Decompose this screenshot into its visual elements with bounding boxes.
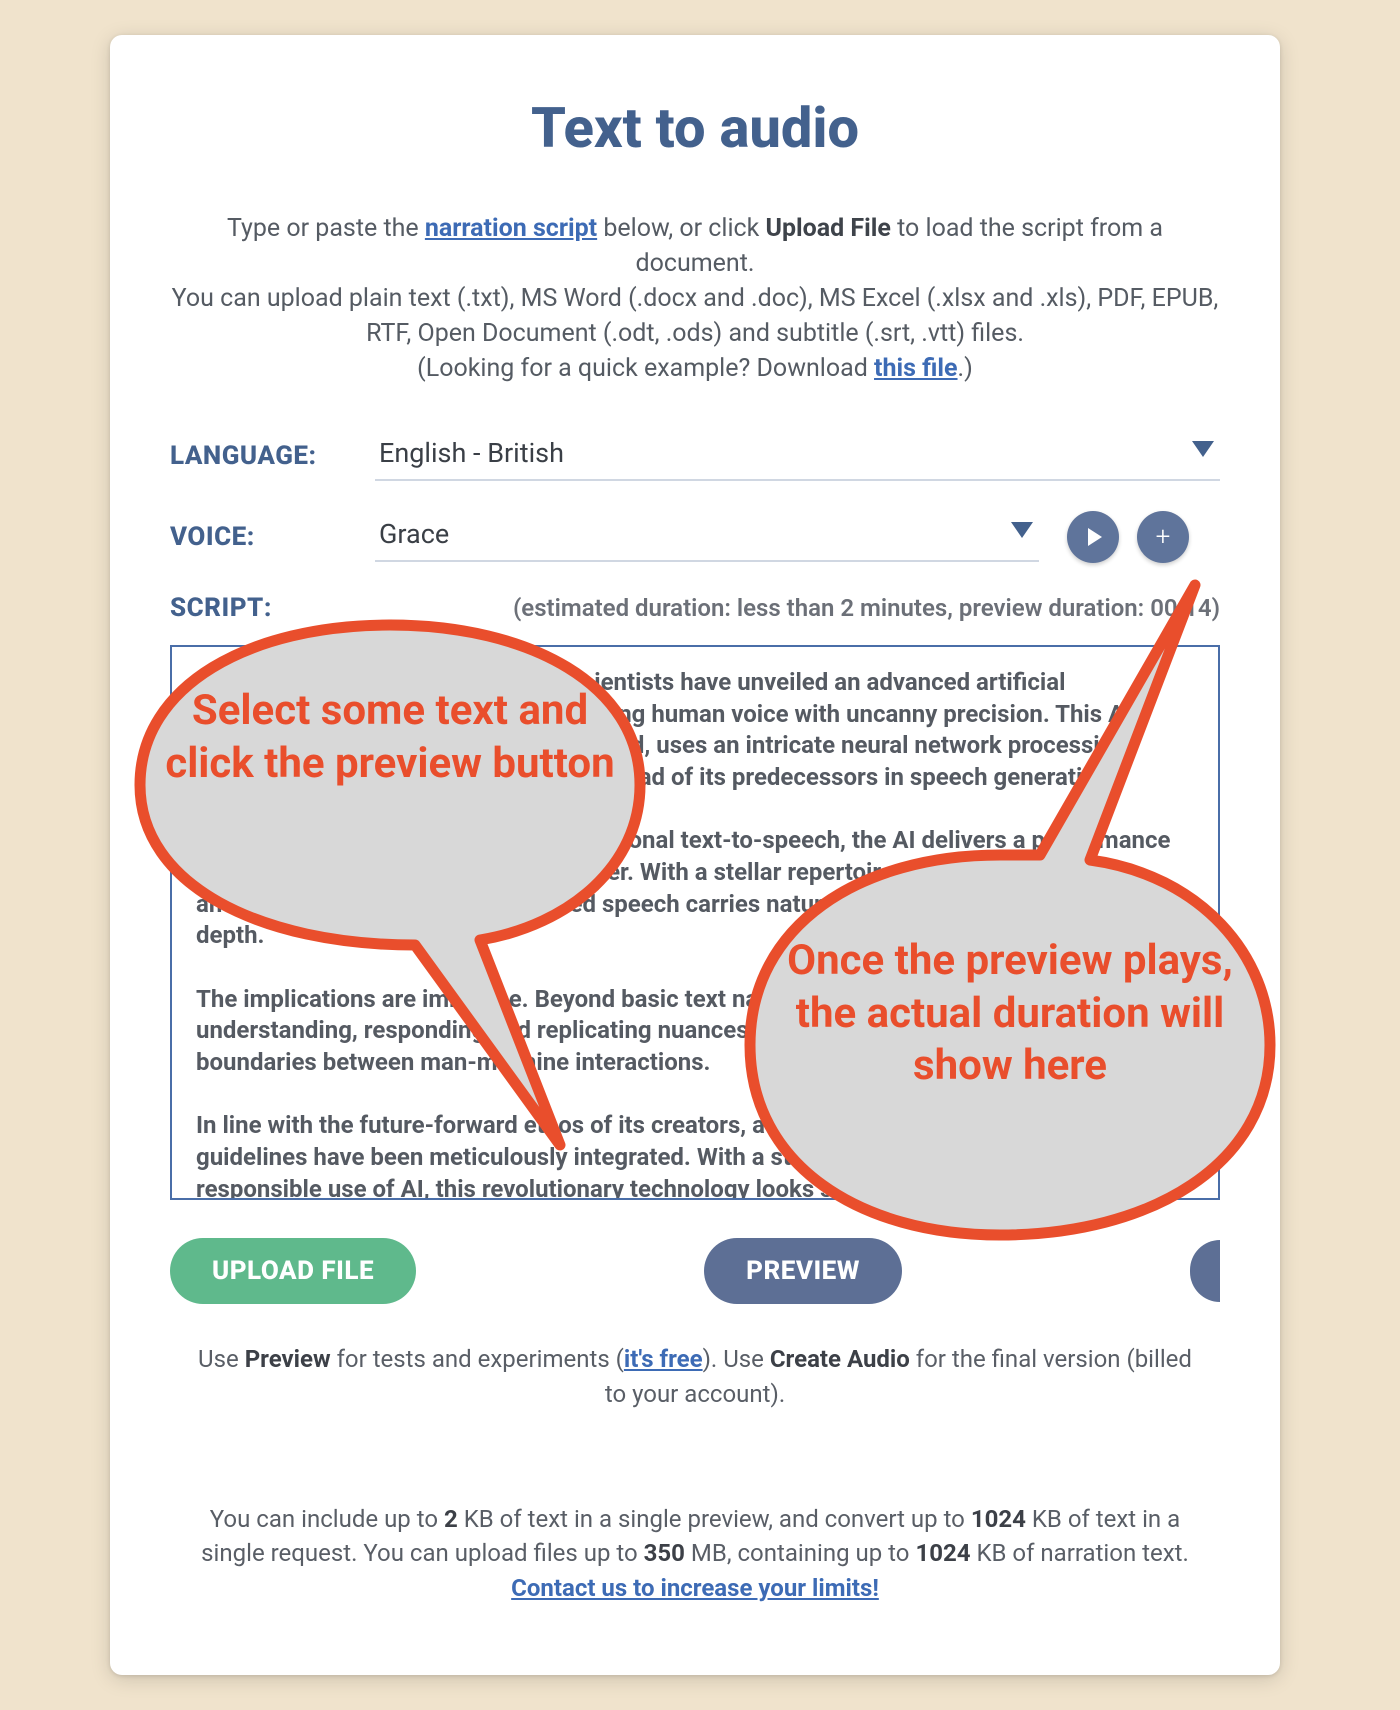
voice-select[interactable]: Grace (375, 512, 1039, 562)
hint-a: Use (198, 1345, 245, 1373)
voice-label: VOICE: (170, 522, 375, 552)
hint-create-audio-bold: Create Audio (770, 1345, 910, 1373)
add-voice-button[interactable]: + (1137, 511, 1189, 563)
voice-row: VOICE: Grace + (170, 511, 1220, 563)
preview-button[interactable]: PREVIEW (704, 1238, 902, 1304)
limits-v2: 1024 (971, 1505, 1026, 1533)
page-title: Text to audio (170, 95, 1220, 161)
limits-v1: 2 (444, 1505, 458, 1533)
script-textarea[interactable]: In a groundbreaking development, scienti… (170, 645, 1220, 1200)
intro-line3b: .) (958, 354, 973, 383)
plus-icon: + (1156, 524, 1171, 550)
create-audio-button-edge[interactable] (1190, 1240, 1220, 1302)
usage-hint: Use Preview for tests and experiments (i… (185, 1342, 1205, 1412)
card: Text to audio Type or paste the narratio… (110, 35, 1280, 1675)
play-icon (1088, 528, 1102, 546)
language-row: LANGUAGE: English - British (170, 431, 1220, 481)
language-select[interactable]: English - British (375, 431, 1220, 481)
script-label: SCRIPT: (170, 593, 375, 623)
increase-limits-link[interactable]: Contact us to increase your limits! (511, 1574, 879, 1602)
limits-t4: MB, containing up to (685, 1539, 915, 1567)
intro-line1b: below, or click (597, 214, 765, 243)
example-file-link[interactable]: this file (874, 354, 958, 383)
hint-preview-bold: Preview (245, 1345, 331, 1373)
hint-b: for tests and experiments ( (331, 1345, 624, 1373)
intro-upload-file-bold: Upload File (766, 214, 891, 243)
limits-t2: KB of text in a single preview, and conv… (458, 1505, 971, 1533)
chevron-down-icon (1011, 522, 1033, 538)
intro-line1a: Type or paste the (227, 214, 425, 243)
limits-t5: KB of narration text. (971, 1539, 1189, 1567)
narration-script-link[interactable]: narration script (425, 214, 597, 243)
language-value: English - British (379, 437, 564, 469)
intro-text: Type or paste the narration script below… (170, 211, 1220, 386)
intro-line3a: (Looking for a quick example? Download (417, 354, 874, 383)
duration-note: (estimated duration: less than 2 minutes… (513, 594, 1220, 622)
intro-line2: You can upload plain text (.txt), MS Wor… (172, 284, 1219, 348)
button-row: UPLOAD FILE PREVIEW (170, 1238, 1220, 1304)
language-label: LANGUAGE: (170, 441, 375, 471)
limits-text: You can include up to 2 KB of text in a … (185, 1502, 1205, 1606)
limits-v3: 350 (644, 1539, 685, 1567)
limits-t1: You can include up to (210, 1505, 444, 1533)
its-free-link[interactable]: it's free (624, 1345, 703, 1373)
limits-v4: 1024 (915, 1539, 970, 1567)
hint-c: ). Use (703, 1345, 770, 1373)
chevron-down-icon (1192, 441, 1214, 457)
stage: Text to audio Type or paste the narratio… (0, 0, 1400, 1710)
voice-actions: + (1067, 511, 1189, 563)
upload-file-button[interactable]: UPLOAD FILE (170, 1238, 416, 1304)
script-header: SCRIPT: (estimated duration: less than 2… (170, 593, 1220, 623)
play-voice-button[interactable] (1067, 511, 1119, 563)
voice-value: Grace (379, 518, 449, 550)
